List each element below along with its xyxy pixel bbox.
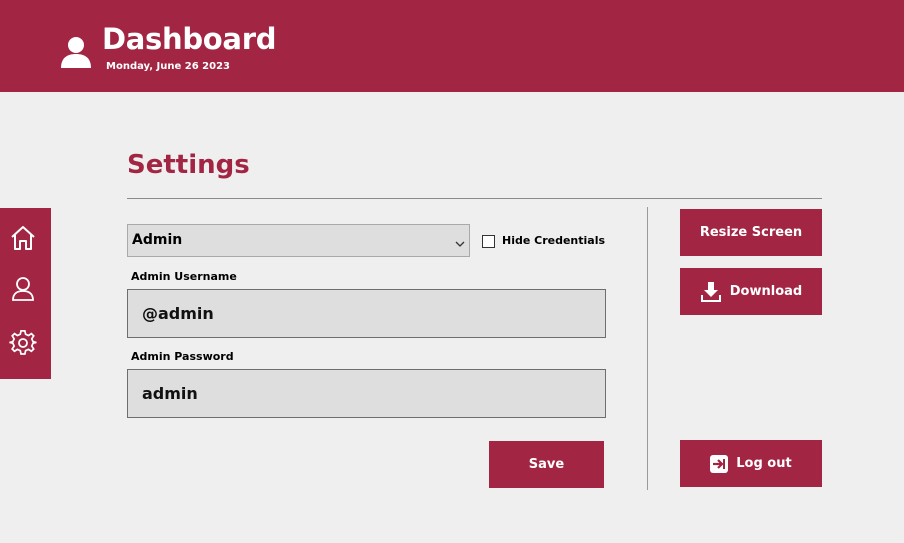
user-outline-icon <box>10 276 36 306</box>
password-field[interactable]: admin <box>127 369 606 418</box>
logout-button[interactable]: Log out <box>680 440 822 487</box>
username-field[interactable]: @admin <box>127 289 606 338</box>
account-select-value: Admin <box>132 232 183 248</box>
sidebar <box>0 208 51 379</box>
username-value: @admin <box>142 304 214 323</box>
resize-screen-label: Resize Screen <box>699 225 803 240</box>
logout-icon <box>710 454 729 473</box>
settings-title: Settings <box>127 150 250 180</box>
download-label: Download <box>729 284 803 299</box>
save-button-label: Save <box>528 457 565 472</box>
hide-credentials-checkbox[interactable] <box>482 235 495 248</box>
resize-screen-button[interactable]: Resize Screen <box>680 209 822 256</box>
chevron-down-icon <box>454 235 466 247</box>
header-date: Monday, June 26 2023 <box>106 61 231 72</box>
logout-label: Log out <box>736 456 792 471</box>
home-icon <box>9 224 37 256</box>
sidebar-item-settings[interactable] <box>8 330 38 360</box>
download-icon <box>700 281 722 303</box>
vertical-divider <box>647 207 648 490</box>
password-label: Admin Password <box>131 350 234 363</box>
hide-credentials-label: Hide Credentials <box>502 234 606 247</box>
page-title: Dashboard <box>102 22 277 56</box>
user-icon <box>60 35 92 69</box>
gear-icon <box>9 329 37 361</box>
password-value: admin <box>142 384 198 403</box>
app-header: Dashboard Monday, June 26 2023 <box>0 0 904 92</box>
title-divider <box>127 198 822 199</box>
download-button[interactable]: Download <box>680 268 822 315</box>
account-select[interactable]: Admin <box>127 224 470 257</box>
sidebar-item-profile[interactable] <box>8 276 38 306</box>
username-label: Admin Username <box>131 270 237 283</box>
save-button[interactable]: Save <box>489 441 604 488</box>
sidebar-item-home[interactable] <box>8 225 38 255</box>
